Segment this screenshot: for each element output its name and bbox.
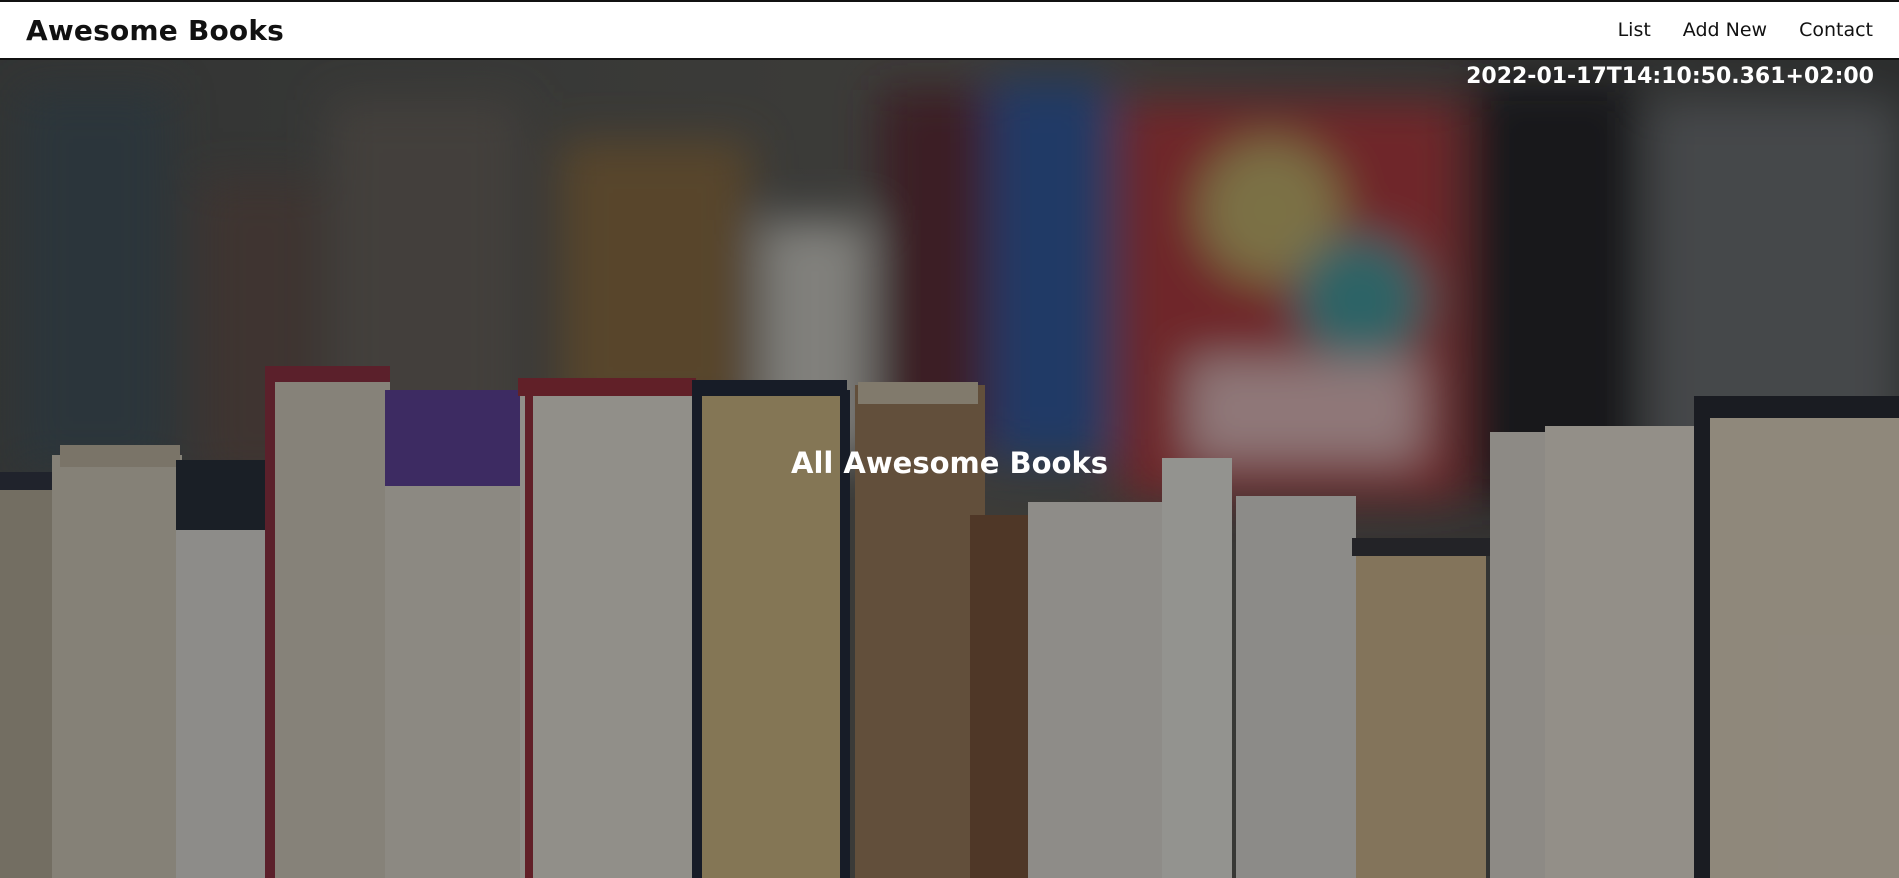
brand-logo[interactable]: Awesome Books: [26, 14, 284, 47]
page-title: All Awesome Books: [791, 446, 1108, 480]
nav-links: List Add New Contact: [1618, 19, 1873, 41]
navbar: Awesome Books List Add New Contact: [0, 0, 1899, 60]
nav-link-list[interactable]: List: [1618, 19, 1651, 41]
datetime-display: 2022-01-17T14:10:50.361+02:00: [1466, 64, 1874, 89]
nav-link-contact[interactable]: Contact: [1799, 19, 1873, 41]
nav-link-add-new[interactable]: Add New: [1683, 19, 1767, 41]
